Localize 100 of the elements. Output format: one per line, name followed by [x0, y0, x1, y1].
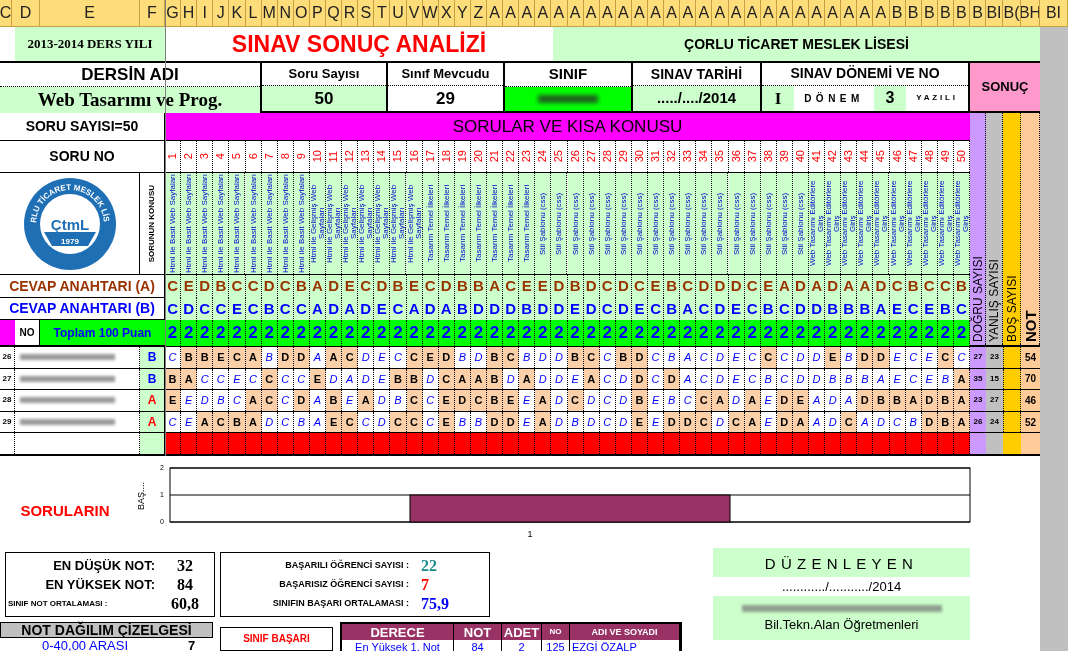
student-number: 29 [0, 411, 15, 433]
stat-label: BAŞARISIZ ÖĞRENCİ SAYISI : [278, 577, 410, 591]
table-cell: 2 [502, 640, 542, 651]
student-number: 26 [0, 347, 15, 368]
question-number: 36 [730, 150, 742, 163]
axis-tick: 1 [527, 529, 533, 539]
column-header[interactable]: A [873, 0, 890, 27]
points-cell: 2 [503, 320, 520, 346]
column-header[interactable]: BI [1040, 0, 1068, 27]
column-header[interactable]: A [696, 0, 713, 27]
answer-cell: C [229, 347, 246, 368]
question-topic: Stil Şablonu (css) [712, 173, 729, 274]
question-topic: Stil Şablonu (css) [535, 173, 552, 274]
column-header[interactable]: A [857, 0, 874, 27]
column-header[interactable]: S [358, 0, 375, 27]
column-header[interactable]: BH [1021, 0, 1040, 27]
column-header[interactable]: Q [326, 0, 343, 27]
signature-title: DÜZENLEYEN [713, 548, 970, 577]
column-header[interactable]: A [809, 0, 826, 27]
stat-value: 75,9 [420, 594, 450, 613]
logo-year: 1979 [60, 236, 79, 246]
answer-key-cell: D [326, 298, 343, 321]
column-header[interactable]: T [374, 0, 391, 27]
column-header[interactable]: BI [986, 0, 1003, 27]
column-header: DERECE [342, 624, 454, 640]
answer-cell: D [326, 368, 343, 390]
column-header[interactable]: J [213, 0, 230, 27]
points-cell: 2 [213, 320, 230, 346]
field-label: Sınıf Mevcudu [388, 63, 503, 86]
question-number: 34 [698, 150, 710, 163]
blank-result-cell [986, 433, 1003, 454]
column-header[interactable]: A [664, 0, 681, 27]
answer-key-cell: D [535, 298, 552, 321]
answer-key-cell: A [873, 298, 890, 321]
answer-cell: B [390, 368, 407, 390]
points-cell: 2 [664, 320, 681, 346]
answer-cell: D [809, 368, 826, 390]
points-cell: 2 [535, 320, 552, 346]
answer-cell: A [342, 368, 359, 390]
answer-cell: C [342, 347, 359, 368]
axis-label: BAŞ.... [136, 482, 146, 510]
column-header[interactable]: A [535, 0, 552, 27]
column-header[interactable]: E [40, 0, 140, 27]
points-cell: 2 [326, 320, 343, 346]
column-header[interactable]: C [0, 0, 12, 27]
points-label: Toplam 100 Puan [40, 320, 165, 345]
question-topic: Web Tasarımı Editörlere Giriş [825, 173, 842, 274]
column-header[interactable]: A [648, 0, 665, 27]
correct-count: 35 [970, 368, 986, 390]
points-cell: 2 [181, 320, 198, 346]
question-number: 11 [328, 150, 340, 163]
question-number: 31 [650, 150, 662, 163]
answer-key-cell: C [503, 275, 520, 298]
answer-cell: D [503, 411, 520, 433]
column-header[interactable]: B [970, 0, 986, 27]
column-header[interactable]: A [825, 0, 842, 27]
column-header[interactable]: K [229, 0, 246, 27]
column-header[interactable]: A [519, 0, 536, 27]
column-header[interactable]: A [680, 0, 697, 27]
column-header[interactable]: U [390, 0, 407, 27]
column-header[interactable]: F [140, 0, 165, 27]
column-header[interactable]: R [342, 0, 359, 27]
column-header[interactable]: A [712, 0, 729, 27]
question-topic: Web Tasarımı Editörlere Giriş [873, 173, 890, 274]
column-header[interactable]: D [12, 0, 40, 27]
answer-cell: D [873, 347, 890, 368]
answer-key-cell: D [696, 275, 713, 298]
points-cell: 2 [358, 320, 375, 346]
column-header[interactable]: A [503, 0, 520, 27]
points-cell: 2 [197, 320, 214, 346]
answer-key-cell: E [229, 298, 246, 321]
answer-cell: A [519, 368, 536, 390]
question-number: 48 [923, 150, 935, 163]
points-cell: 2 [342, 320, 359, 346]
stat-label: SINIF NOT ORTALAMASI : [8, 598, 109, 610]
answer-cell: A [809, 390, 826, 411]
table-cell-text: 7 [186, 638, 197, 651]
answer-cell: D [487, 411, 504, 433]
question-topic: Stil Şablonu (css) [792, 173, 809, 274]
row-marker [0, 320, 15, 345]
column-header[interactable]: A [487, 0, 504, 27]
answer-cell: D [857, 390, 874, 411]
column-header[interactable]: A [551, 0, 568, 27]
answer-key-cell: C [358, 275, 375, 298]
question-number: 15 [392, 150, 404, 163]
question-number: 2 [183, 153, 195, 160]
question-topic: Html ile Basit Web Sayfaları [229, 173, 246, 274]
grade: 52 [1021, 411, 1040, 433]
question-number: 41 [811, 150, 823, 163]
question-number: 1 [167, 153, 179, 160]
column-header[interactable]: I [197, 0, 214, 27]
answer-key-cell: D [181, 298, 198, 321]
column-header[interactable]: A [841, 0, 858, 27]
column-header[interactable]: H [181, 0, 198, 27]
question-topic: Stil Şablonu (css) [776, 173, 793, 274]
box-title: SINIF BAŞARI [220, 627, 333, 651]
answer-key-cell: C [213, 298, 230, 321]
column-header[interactable]: B( [1003, 0, 1021, 27]
points-cell: 2 [374, 320, 391, 346]
answer-key-cell: B [664, 298, 681, 321]
